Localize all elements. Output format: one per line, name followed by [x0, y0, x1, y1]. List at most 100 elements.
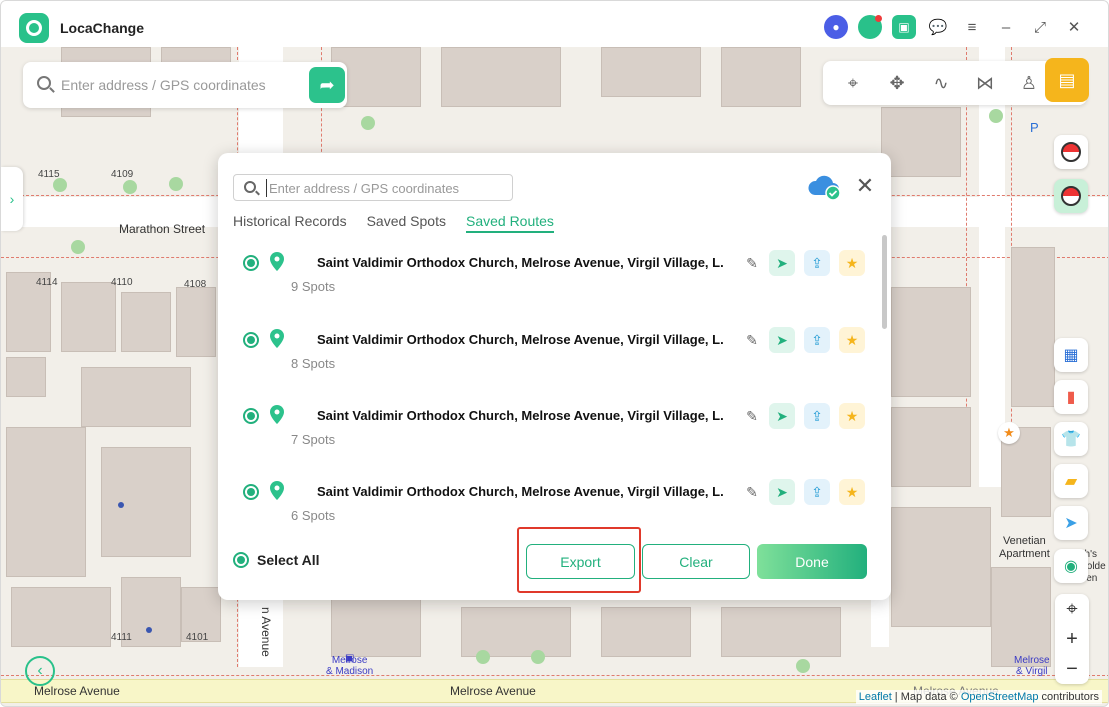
- search-go-button[interactable]: ➦: [309, 67, 345, 103]
- street-label: n Avenue: [259, 607, 273, 657]
- saved-records-dialog: ✕ Historical Records Saved Spots Saved R…: [218, 153, 891, 600]
- list-scrollbar[interactable]: [882, 235, 887, 329]
- list-item[interactable]: Saint Valdimir Orthodox Church, Melrose …: [233, 322, 883, 392]
- house-number: 4110: [111, 277, 133, 288]
- cloud-sync-icon[interactable]: [806, 173, 842, 201]
- edit-route-icon[interactable]: ✎: [739, 250, 765, 276]
- search-icon: [244, 181, 256, 193]
- select-all-radio[interactable]: [233, 552, 249, 568]
- teleport-mode-icon[interactable]: ⌖: [831, 61, 875, 105]
- list-item[interactable]: Saint Valdimir Orthodox Church, Melrose …: [233, 398, 883, 468]
- edit-route-icon[interactable]: ✎: [739, 479, 765, 505]
- location-pin-icon: [270, 329, 284, 348]
- screen-mirror-icon[interactable]: ▦: [1054, 338, 1088, 372]
- search-icon: [37, 76, 51, 90]
- dialog-search-box: [233, 174, 513, 201]
- route-select-radio[interactable]: [243, 408, 259, 424]
- expand-panel-handle[interactable]: ›: [1, 167, 23, 231]
- route-spot-count: 6 Spots: [291, 508, 336, 523]
- menu-icon[interactable]: ≡: [960, 15, 984, 39]
- map-attribution: Leaflet | Map data © OpenStreetMap contr…: [855, 690, 1102, 704]
- toolbox-icon[interactable]: ▣: [892, 15, 916, 39]
- edit-route-icon[interactable]: ✎: [739, 327, 765, 353]
- favorite-route-icon[interactable]: ★: [839, 479, 865, 505]
- street-label: Melrose Avenue: [34, 684, 120, 698]
- pokeball-alt-icon[interactable]: [1054, 179, 1088, 213]
- location-pin-icon: [270, 405, 284, 424]
- feedback-icon[interactable]: 💬: [926, 15, 950, 39]
- joystick-mode-icon[interactable]: ✥: [875, 61, 919, 105]
- map-point: [118, 502, 124, 508]
- cards-icon[interactable]: ▮: [1054, 380, 1088, 414]
- osm-link[interactable]: OpenStreetMap: [961, 691, 1039, 703]
- bus-stop-icon: ▣: [345, 653, 355, 664]
- leaflet-link[interactable]: Leaflet: [859, 691, 892, 703]
- location-pin-icon: [270, 252, 284, 271]
- chevron-left-icon: ‹: [37, 662, 43, 679]
- select-all-label: Select All: [257, 552, 320, 568]
- favorite-route-icon[interactable]: ★: [839, 250, 865, 276]
- saved-routes-list[interactable]: Saint Valdimir Orthodox Church, Melrose …: [233, 241, 883, 531]
- tab-saved-spots[interactable]: Saved Spots: [367, 213, 446, 233]
- zoom-controls: ⌖ + −: [1055, 594, 1089, 684]
- two-spot-mode-icon[interactable]: ∿: [919, 61, 963, 105]
- favorite-marker-icon[interactable]: ★: [998, 422, 1020, 444]
- close-dialog-icon[interactable]: ✕: [854, 175, 876, 197]
- route-spot-count: 8 Spots: [291, 356, 336, 371]
- multi-spot-mode-icon[interactable]: ⋈: [963, 61, 1007, 105]
- zoom-in-button[interactable]: +: [1066, 628, 1078, 651]
- route-select-radio[interactable]: [243, 332, 259, 348]
- street-label: Marathon Street: [119, 222, 206, 236]
- clear-button[interactable]: Clear: [642, 544, 750, 579]
- dialog-tabs: Historical Records Saved Spots Saved Rou…: [233, 213, 554, 233]
- attribution-text-end: contributors: [1038, 691, 1099, 703]
- favorite-route-icon[interactable]: ★: [839, 327, 865, 353]
- minimize-icon[interactable]: –: [994, 15, 1018, 39]
- tab-saved-routes[interactable]: Saved Routes: [465, 213, 554, 233]
- house-number: 4101: [186, 632, 209, 643]
- location-pin-icon: [270, 481, 284, 500]
- done-button[interactable]: Done: [757, 544, 867, 579]
- map-search-input[interactable]: [61, 74, 321, 96]
- history-mode-icon[interactable]: ▤: [1045, 58, 1089, 102]
- dialog-search-input[interactable]: [266, 179, 506, 197]
- zoom-out-button[interactable]: −: [1066, 658, 1078, 681]
- export-route-icon[interactable]: ⇪: [804, 479, 830, 505]
- shirt-icon[interactable]: 👕: [1054, 422, 1088, 456]
- tab-historical-records[interactable]: Historical Records: [233, 213, 347, 233]
- fullscreen-icon[interactable]: ⤢: [1028, 15, 1052, 39]
- folder-icon[interactable]: ▰: [1054, 464, 1088, 498]
- export-route-icon[interactable]: ⇪: [804, 403, 830, 429]
- start-route-icon[interactable]: ➤: [769, 327, 795, 353]
- locate-icon[interactable]: ⌖: [1066, 598, 1077, 621]
- house-number: 4108: [184, 279, 207, 290]
- export-route-icon[interactable]: ⇪: [804, 327, 830, 353]
- parking-label: P: [1030, 120, 1039, 135]
- start-route-icon[interactable]: ➤: [769, 250, 795, 276]
- toggle-icon[interactable]: ◉: [1054, 549, 1088, 583]
- route-spot-count: 9 Spots: [291, 279, 336, 294]
- favorite-route-icon[interactable]: ★: [839, 403, 865, 429]
- title-bar: LocaChange ● ▣ 💬 ≡ – ⤢ ✕: [1, 1, 1108, 47]
- forward-arrow-icon: ➦: [319, 74, 335, 95]
- route-select-radio[interactable]: [243, 255, 259, 271]
- start-route-icon[interactable]: ➤: [769, 403, 795, 429]
- route-select-radio[interactable]: [243, 484, 259, 500]
- app-title: LocaChange: [60, 20, 145, 36]
- send-icon[interactable]: ➤: [1054, 506, 1088, 540]
- close-window-icon[interactable]: ✕: [1062, 15, 1086, 39]
- edit-route-icon[interactable]: ✎: [739, 403, 765, 429]
- app-logo-icon: [19, 13, 49, 43]
- start-route-icon[interactable]: ➤: [769, 479, 795, 505]
- back-button[interactable]: ‹: [25, 656, 55, 686]
- discord-icon[interactable]: ●: [824, 15, 848, 39]
- pokeball-icon[interactable]: [1054, 135, 1088, 169]
- list-item[interactable]: Saint Valdimir Orthodox Church, Melrose …: [233, 245, 883, 315]
- list-item[interactable]: Saint Valdimir Orthodox Church, Melrose …: [233, 474, 883, 531]
- bus-stop-label: Melrose & Virgil: [1014, 655, 1050, 677]
- select-all-control[interactable]: Select All: [233, 552, 320, 568]
- export-route-icon[interactable]: ⇪: [804, 250, 830, 276]
- account-avatar-icon[interactable]: [858, 15, 882, 39]
- route-title: Saint Valdimir Orthodox Church, Melrose …: [317, 332, 724, 347]
- route-title: Saint Valdimir Orthodox Church, Melrose …: [317, 255, 724, 270]
